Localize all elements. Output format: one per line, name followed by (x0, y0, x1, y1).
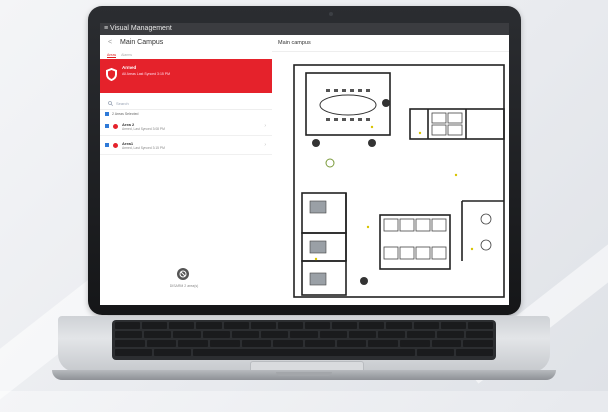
app-titlebar: ≡ Visual Management (100, 23, 509, 35)
disarm-icon (179, 270, 187, 278)
shield-icon (106, 68, 117, 81)
area-status: Armed, Last Synced 3:08 PM (122, 126, 165, 131)
select-all-checkbox[interactable] (105, 111, 109, 116)
panel-tabs: Areas Alarms (100, 51, 272, 59)
back-button[interactable]: < (108, 39, 112, 46)
area-checkbox[interactable] (105, 143, 109, 147)
keyboard (112, 320, 496, 360)
floorplan-title: Main campus (272, 35, 509, 52)
area-list-item[interactable]: Area1 Armed, Last Synced 3:15 PM › (100, 136, 272, 155)
panel-header: < Main Campus (100, 35, 272, 51)
chevron-right-icon: › (264, 123, 266, 129)
webcam (329, 12, 333, 16)
armed-shield-icon (112, 122, 119, 130)
disarm-button[interactable] (177, 268, 189, 280)
armed-status-title: Armed (122, 65, 137, 70)
laptop-notch (276, 372, 332, 376)
area-status: Armed, Last Synced 3:15 PM (122, 145, 165, 150)
armed-status-banner: Armed All Areas Last Synced 3:15 PM (100, 59, 272, 93)
tab-areas[interactable]: Areas (107, 53, 117, 58)
area-checkbox[interactable] (105, 124, 109, 128)
laptop-screen: ≡ Visual Management < Main Campus Areas … (100, 23, 509, 305)
area-list-item[interactable]: Area 2 Armed, Last Synced 3:08 PM › (100, 117, 272, 136)
tab-alarms[interactable]: Alarms (121, 53, 132, 57)
menu-icon[interactable]: ≡ (104, 25, 108, 32)
armed-status-subtitle: All Areas Last Synced 3:15 PM (122, 72, 171, 76)
armed-shield-icon (112, 141, 119, 149)
campus-title: Main Campus (120, 39, 164, 46)
floorplan-panel: Main campus (272, 35, 509, 305)
search-icon (108, 100, 113, 106)
disarm-label: DISARM 2 area(s) (169, 284, 199, 288)
chevron-right-icon: › (264, 142, 266, 148)
app-title: Visual Management (110, 25, 172, 32)
search-input[interactable]: Search (100, 97, 272, 110)
floor-plan-map[interactable] (272, 51, 509, 305)
search-placeholder: Search (116, 100, 129, 106)
selection-summary: 2 Areas Selected (100, 110, 272, 117)
areas-panel: < Main Campus Areas Alarms Armed All Are… (100, 35, 273, 305)
selection-label: 2 Areas Selected (112, 111, 139, 116)
